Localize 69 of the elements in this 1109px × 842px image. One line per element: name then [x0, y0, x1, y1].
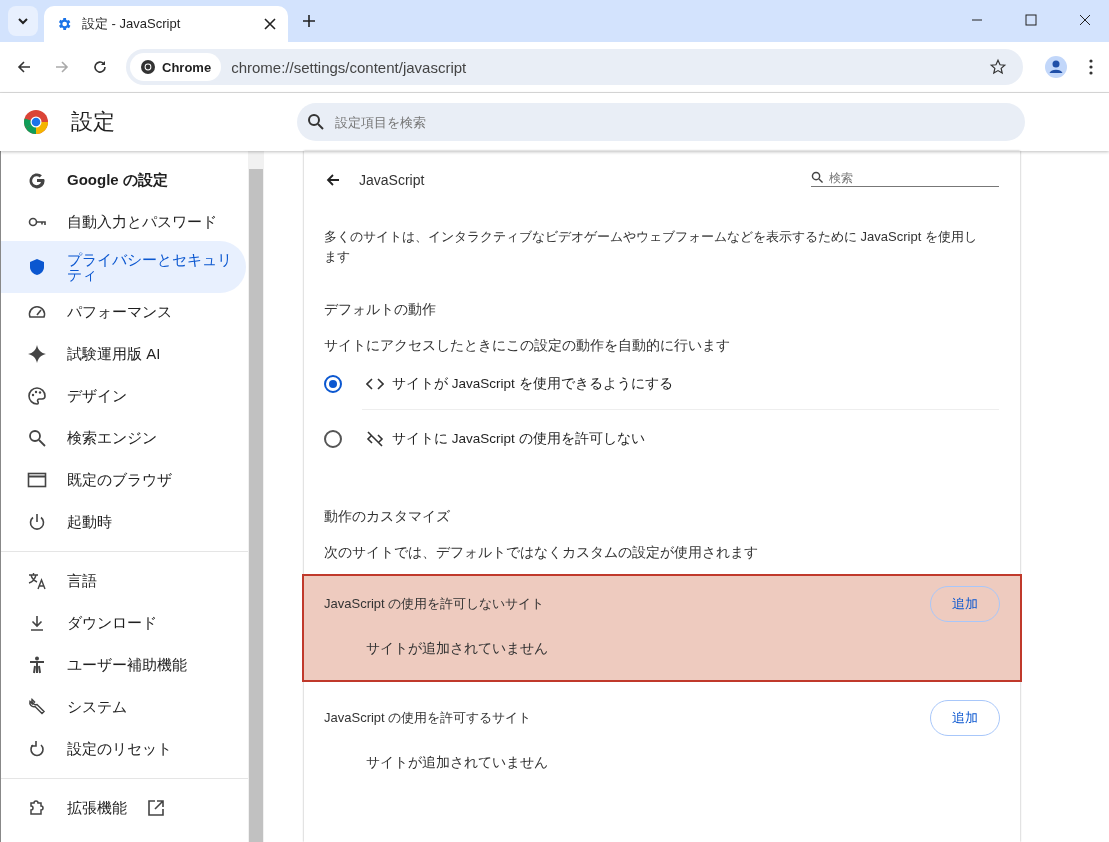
sidebar-item[interactable]: 起動時 [1, 501, 246, 543]
tab-title: 設定 - JavaScript [82, 15, 182, 33]
gear-icon [56, 16, 72, 32]
section-note: 次のサイトでは、デフォルトではなくカスタムの設定が使用されます [324, 544, 759, 562]
section-note: サイトにアクセスしたときにこの設定の動作を自動的に行います [324, 337, 731, 355]
sidebar-item[interactable]: システム [1, 686, 246, 728]
sidebar-item[interactable]: 言語 [1, 560, 246, 602]
shield-icon [27, 257, 47, 277]
code-icon [366, 377, 384, 391]
translate-icon [27, 571, 47, 591]
sidebar-item[interactable]: ユーザー補助機能 [1, 644, 246, 686]
section-title: JavaScript [359, 172, 425, 188]
sidebar-item[interactable]: デザイン [1, 375, 246, 417]
url-text: chrome://settings/content/javascript [231, 58, 468, 76]
power-icon [27, 512, 47, 532]
sidebar-item[interactable]: 自動入力とパスワード [1, 201, 246, 243]
page-title: 設定 [71, 108, 116, 136]
chevron-down-icon [17, 15, 29, 27]
sidebar-item[interactable]: パフォーマンス [1, 291, 246, 333]
section-heading: デフォルトの動作 [324, 301, 437, 319]
sidebar-item[interactable]: プライバシーとセキュリティ [1, 241, 246, 293]
search-icon [811, 171, 824, 184]
chrome-logo-icon [140, 59, 156, 75]
sidebar-item[interactable]: 設定のリセット [1, 728, 246, 770]
browser-tab[interactable]: 設定 - JavaScript [44, 6, 288, 42]
tab-list-button[interactable] [8, 6, 38, 36]
empty-message: サイトが追加されていません [366, 640, 549, 658]
new-tab-icon[interactable] [302, 14, 316, 28]
puzzle-icon [27, 798, 47, 818]
menu-icon[interactable] [1089, 59, 1093, 75]
sidebar-item[interactable]: 検索エンジン [1, 417, 246, 459]
description-text: 多くのサイトは、インタラクティブなビデオゲームやウェブフォームなどを表示するために JavaScript を使用します [324, 228, 978, 266]
radio-label: サイトが JavaScript を使用できるようにする [392, 375, 673, 393]
person-icon [27, 655, 47, 675]
scrollbar[interactable] [248, 151, 264, 842]
star-icon[interactable] [989, 58, 1007, 76]
window-icon [27, 470, 47, 490]
sidebar-item[interactable]: ダウンロード [1, 602, 246, 644]
sidebar-item[interactable]: 試験運用版 AI [1, 333, 246, 375]
profile-avatar-icon[interactable] [1045, 56, 1067, 78]
reset-icon [27, 739, 47, 759]
address-bar[interactable]: Chrome chrome://settings/content/javascript [126, 49, 1023, 85]
back-arrow-icon[interactable] [325, 172, 341, 188]
sidebar-item[interactable]: 拡張機能 [1, 787, 246, 829]
close-icon[interactable] [264, 18, 276, 30]
radio-button[interactable] [324, 375, 342, 393]
code-off-icon [366, 431, 384, 447]
chrome-logo-icon [23, 109, 49, 135]
reload-icon[interactable] [92, 59, 108, 75]
search-bar[interactable]: 設定項目を検索 [297, 103, 1025, 141]
close-icon[interactable] [1079, 14, 1091, 26]
site-chip[interactable]: Chrome [130, 53, 222, 81]
sidebar-item[interactable]: 既定のブラウザ [1, 459, 246, 501]
spark-icon [27, 344, 47, 364]
wrench-icon [27, 697, 47, 717]
section-heading: 動作のカスタマイズ [324, 508, 451, 526]
back-arrow-icon[interactable] [16, 59, 32, 75]
site-list-title: JavaScript の使用を許可しないサイト [324, 595, 545, 613]
palette-icon [27, 386, 47, 406]
sidebar-item[interactable]: Google の設定 [1, 159, 246, 201]
search-icon [307, 113, 325, 131]
site-list-title: JavaScript の使用を許可するサイト [324, 709, 532, 727]
search-icon [27, 428, 47, 448]
radio-label: サイトに JavaScript の使用を許可しない [392, 430, 645, 448]
maximize-icon[interactable] [1025, 14, 1037, 26]
radio-button[interactable] [324, 430, 342, 448]
g-icon [27, 170, 47, 190]
settings-search-field[interactable]: 設定項目を検索 [333, 113, 1015, 131]
empty-message: サイトが追加されていません [366, 754, 549, 772]
